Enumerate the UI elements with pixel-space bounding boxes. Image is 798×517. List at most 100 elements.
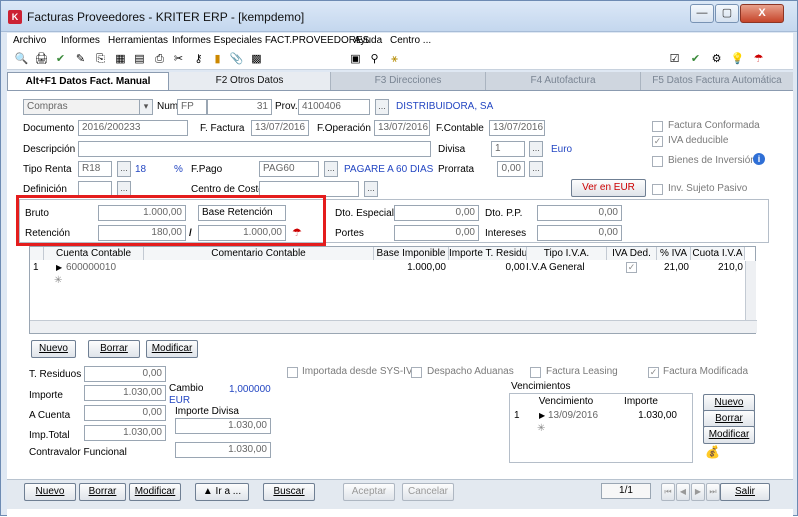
next-record-icon[interactable]: ▶ bbox=[691, 483, 705, 501]
num-field[interactable]: 31 bbox=[207, 99, 272, 115]
salir-button[interactable]: Salir bbox=[720, 483, 770, 501]
grid-modificar-button[interactable]: Modificar bbox=[146, 340, 198, 358]
aceptar-button[interactable]: Aceptar bbox=[343, 483, 395, 501]
cell-residuos[interactable]: 0,00 bbox=[449, 262, 525, 274]
ffactura-field[interactable]: 13/07/2016 bbox=[251, 120, 309, 136]
lightbulb-icon[interactable]: 💡 bbox=[730, 52, 745, 67]
prorrata-lookup-button[interactable]: ... bbox=[529, 161, 543, 177]
prov-lookup-button[interactable]: ... bbox=[375, 99, 389, 115]
info-icon[interactable]: i bbox=[753, 153, 765, 165]
residuos-field[interactable]: 0,00 bbox=[84, 366, 166, 382]
venc-modificar-button[interactable]: Modificar bbox=[703, 426, 755, 444]
acuenta-field[interactable]: 0,00 bbox=[84, 405, 166, 421]
dto-especial-field[interactable]: 0,00 bbox=[394, 205, 479, 221]
foperacion-field[interactable]: 13/07/2016 bbox=[374, 120, 430, 136]
grid-icon[interactable]: ▩ bbox=[249, 52, 264, 67]
cut-icon[interactable]: ✂ bbox=[171, 52, 186, 67]
borrar-button[interactable]: Borrar bbox=[79, 483, 126, 501]
hierarchy-icon[interactable]: ⚹ bbox=[387, 52, 402, 67]
centro-coste-lookup-button[interactable]: ... bbox=[364, 181, 378, 197]
attach-icon[interactable]: 📎 bbox=[229, 52, 244, 67]
bienes-inversion-checkbox[interactable] bbox=[652, 156, 663, 167]
menu-herramientas[interactable]: Herramientas bbox=[108, 35, 168, 46]
documento-field[interactable]: 2016/200233 bbox=[78, 120, 188, 136]
key-icon[interactable]: ⚷ bbox=[191, 52, 206, 67]
umbrella-icon[interactable]: ☂ bbox=[751, 52, 766, 67]
despacho-checkbox[interactable] bbox=[411, 367, 422, 378]
col-base-imponible[interactable]: Base Imponible bbox=[374, 247, 449, 260]
leasing-checkbox[interactable] bbox=[530, 367, 541, 378]
imptotal-field[interactable]: 1.030,00 bbox=[84, 425, 166, 441]
ir-a-button[interactable]: ▲ Ir a ... bbox=[195, 483, 249, 501]
window-icon[interactable]: ▣ bbox=[348, 52, 363, 67]
menu-ayuda[interactable]: Ayuda bbox=[354, 35, 382, 46]
nuevo-button[interactable]: Nuevo bbox=[24, 483, 76, 501]
tab-autofactura[interactable]: F4 Autofactura bbox=[486, 72, 641, 90]
minimize-button[interactable]: — bbox=[690, 4, 714, 23]
grid-nuevo-button[interactable]: Nuevo bbox=[31, 340, 76, 358]
fpago-lookup-button[interactable]: ... bbox=[324, 161, 338, 177]
venc-importe[interactable]: 1.030,00 bbox=[615, 410, 677, 422]
cell-cuota[interactable]: 210,0 bbox=[691, 262, 743, 274]
col-iva-ded[interactable]: IVA Ded. bbox=[607, 247, 657, 260]
vertical-scrollbar[interactable] bbox=[745, 261, 756, 321]
pin-icon[interactable]: ⚲ bbox=[367, 52, 382, 67]
tab-direcciones[interactable]: F3 Direcciones bbox=[331, 72, 486, 90]
checkbox-icon[interactable]: ☑ bbox=[667, 52, 682, 67]
horizontal-scrollbar[interactable] bbox=[30, 320, 757, 333]
calendar-icon[interactable]: ▤ bbox=[132, 52, 147, 67]
col-importe[interactable]: Importe bbox=[611, 396, 671, 408]
col-tipo-iva[interactable]: Tipo I.V.A. bbox=[527, 247, 607, 260]
descripcion-field[interactable] bbox=[78, 141, 431, 157]
cell-iva-ded-checkbox[interactable]: ✓ bbox=[626, 262, 637, 273]
tiporenta-field[interactable]: R18 bbox=[78, 161, 112, 177]
validate-icon[interactable]: ✔ bbox=[688, 52, 703, 67]
grid-borrar-button[interactable]: Borrar bbox=[88, 340, 140, 358]
col-cuota-iva[interactable]: Cuota I.V.A bbox=[691, 247, 745, 260]
menu-archivo[interactable]: Archivo bbox=[13, 35, 46, 46]
fpago-field[interactable]: PAG60 bbox=[259, 161, 319, 177]
factura-conformada-checkbox[interactable] bbox=[652, 121, 663, 132]
iva-deducible-checkbox[interactable]: ✓ bbox=[652, 136, 663, 147]
printer2-icon[interactable]: ⎙ bbox=[152, 52, 167, 67]
tipo-select[interactable]: Compras bbox=[23, 99, 153, 115]
fcontable-field[interactable]: 13/07/2016 bbox=[489, 120, 545, 136]
col-cuenta-contable[interactable]: Cuenta Contable bbox=[44, 247, 144, 260]
settings-icon[interactable]: ⚙ bbox=[709, 52, 724, 67]
copy-icon[interactable]: ⎘ bbox=[93, 52, 108, 67]
cell-base[interactable]: 1.000,00 bbox=[374, 262, 446, 274]
menu-informes-especiales[interactable]: Informes Especiales FACT.PROVEEDORES bbox=[172, 35, 369, 46]
importe-field[interactable]: 1.030,00 bbox=[84, 385, 166, 401]
contravalor-field[interactable]: 1.030,00 bbox=[175, 442, 271, 458]
money-bag-icon[interactable]: 💰 bbox=[705, 445, 720, 459]
modificar-button[interactable]: Modificar bbox=[129, 483, 181, 501]
cell-pct-iva[interactable]: 21,00 bbox=[657, 262, 689, 274]
intereses-field[interactable]: 0,00 bbox=[537, 225, 622, 241]
menu-informes[interactable]: Informes bbox=[61, 35, 100, 46]
col-comentario-contable[interactable]: Comentario Contable bbox=[144, 247, 374, 260]
maximize-button[interactable]: ▢ bbox=[715, 4, 739, 23]
divisa-lookup-button[interactable]: ... bbox=[529, 141, 543, 157]
prev-record-icon[interactable]: ◀ bbox=[676, 483, 690, 501]
close-button[interactable]: X bbox=[740, 4, 784, 23]
tab-datos-factura-automatica[interactable]: F5 Datos Factura Automática bbox=[641, 72, 793, 90]
prorrata-field[interactable]: 0,00 bbox=[497, 161, 525, 177]
marker-icon[interactable]: ▮ bbox=[210, 52, 225, 67]
col-pct-iva[interactable]: % IVA bbox=[657, 247, 691, 260]
tiporenta-lookup-button[interactable]: ... bbox=[117, 161, 131, 177]
tab-otros-datos[interactable]: F2 Otros Datos bbox=[169, 72, 331, 90]
print-icon[interactable]: 🖨 bbox=[34, 52, 49, 67]
table-icon[interactable]: ▦ bbox=[113, 52, 128, 67]
tab-datos-fact-manual[interactable]: Alt+F1 Datos Fact. Manual bbox=[7, 72, 169, 90]
cell-tipo-iva[interactable]: I.V.A General bbox=[526, 262, 585, 274]
importada-checkbox[interactable] bbox=[287, 367, 298, 378]
ver-en-eur-button[interactable]: Ver en EUR bbox=[571, 179, 646, 197]
chevron-down-icon[interactable]: ▾ bbox=[139, 99, 153, 115]
cell-cuenta[interactable]: 600000010 bbox=[66, 262, 116, 274]
preview-icon[interactable]: 🔍 bbox=[14, 52, 29, 67]
venc-fecha[interactable]: 13/09/2016 bbox=[548, 410, 598, 422]
cancelar-button[interactable]: Cancelar bbox=[402, 483, 454, 501]
col-importe-residuos[interactable]: Importe T. Residuos bbox=[449, 247, 527, 260]
check-icon[interactable]: ✔ bbox=[53, 52, 68, 67]
divisa-field[interactable]: 1 bbox=[491, 141, 525, 157]
